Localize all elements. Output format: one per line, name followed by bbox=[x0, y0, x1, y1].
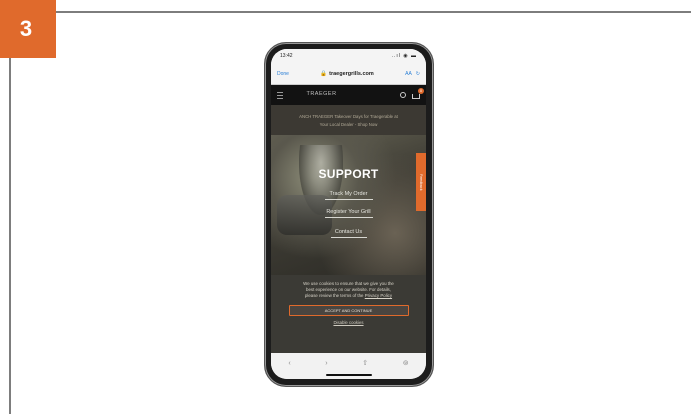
status-icons: ..ıl ◉ ▬ bbox=[391, 53, 417, 59]
track-order-link[interactable]: Track My Order bbox=[271, 191, 426, 197]
feedback-tab[interactable]: Feedback bbox=[416, 153, 426, 211]
hamburger-menu-icon[interactable] bbox=[277, 91, 283, 99]
reader-settings-button[interactable]: AA bbox=[405, 71, 412, 77]
accept-cookies-button[interactable]: ACCEPT AND CONTINUE bbox=[288, 305, 409, 316]
promo-line-1: ANCH TRAEGER Takeover Days for Traegerab… bbox=[299, 113, 398, 119]
status-time: 13:42 bbox=[280, 53, 293, 59]
contact-us-link[interactable]: Contact Us bbox=[271, 229, 426, 235]
promo-line-2: Your Local Dealer - Shop Now bbox=[319, 121, 378, 127]
register-grill-link[interactable]: Register Your Grill bbox=[271, 209, 426, 215]
search-icon[interactable] bbox=[400, 92, 406, 98]
url-text: traegergrills.com bbox=[329, 70, 374, 77]
browser-url-bar: Done 🔒 traegergrills.com AA ↻ bbox=[271, 63, 426, 85]
privacy-policy-link[interactable]: Privacy Policy bbox=[365, 293, 392, 298]
traeger-logo[interactable]: TRAEGER bbox=[306, 92, 336, 98]
cookie-text-3-label: please review the terms of the bbox=[304, 293, 364, 298]
address-field[interactable]: 🔒 traegergrills.com bbox=[320, 71, 374, 77]
cart-icon bbox=[412, 93, 420, 99]
left-divider bbox=[9, 13, 11, 414]
link-underline bbox=[324, 217, 373, 218]
safari-icon[interactable]: ⊚ bbox=[403, 359, 409, 367]
promo-banner[interactable]: ANCH TRAEGER Takeover Days for Traegerab… bbox=[271, 105, 426, 135]
lock-icon: 🔒 bbox=[320, 70, 328, 77]
step-number-badge: 3 bbox=[0, 0, 56, 58]
cookie-text-3: please review the terms of the Privacy P… bbox=[279, 293, 418, 299]
browser-toolbar: ‹ › ⇧ ⊚ bbox=[271, 353, 426, 379]
site-header: TRAEGER 0 bbox=[271, 85, 426, 105]
home-indicator bbox=[325, 374, 372, 376]
done-button[interactable]: Done bbox=[277, 71, 289, 77]
support-hero: SUPPORT Track My Order Register Your Gri… bbox=[271, 135, 426, 275]
link-underline bbox=[330, 237, 367, 238]
back-icon[interactable]: ‹ bbox=[288, 360, 290, 367]
url-bar-actions: AA ↻ bbox=[405, 71, 420, 77]
header-icons: 0 bbox=[400, 87, 424, 99]
hero-title: SUPPORT bbox=[318, 167, 379, 181]
cookie-banner: We use cookies to ensure that we give yo… bbox=[271, 275, 426, 353]
phone-screen: 13:42 ..ıl ◉ ▬ Done 🔒 traegergrills.com … bbox=[271, 49, 426, 379]
top-divider bbox=[0, 11, 691, 13]
cart-button[interactable]: 0 bbox=[412, 87, 424, 99]
link-underline bbox=[324, 199, 373, 200]
phone-frame: 13:42 ..ıl ◉ ▬ Done 🔒 traegergrills.com … bbox=[264, 42, 434, 387]
reload-icon[interactable]: ↻ bbox=[416, 71, 420, 77]
disable-cookies-link[interactable]: Disable cookies bbox=[279, 320, 418, 326]
status-bar: 13:42 ..ıl ◉ ▬ bbox=[271, 49, 426, 63]
share-icon[interactable]: ⇧ bbox=[362, 359, 368, 367]
cart-count-badge: 0 bbox=[418, 87, 424, 94]
forward-icon[interactable]: › bbox=[325, 360, 327, 367]
